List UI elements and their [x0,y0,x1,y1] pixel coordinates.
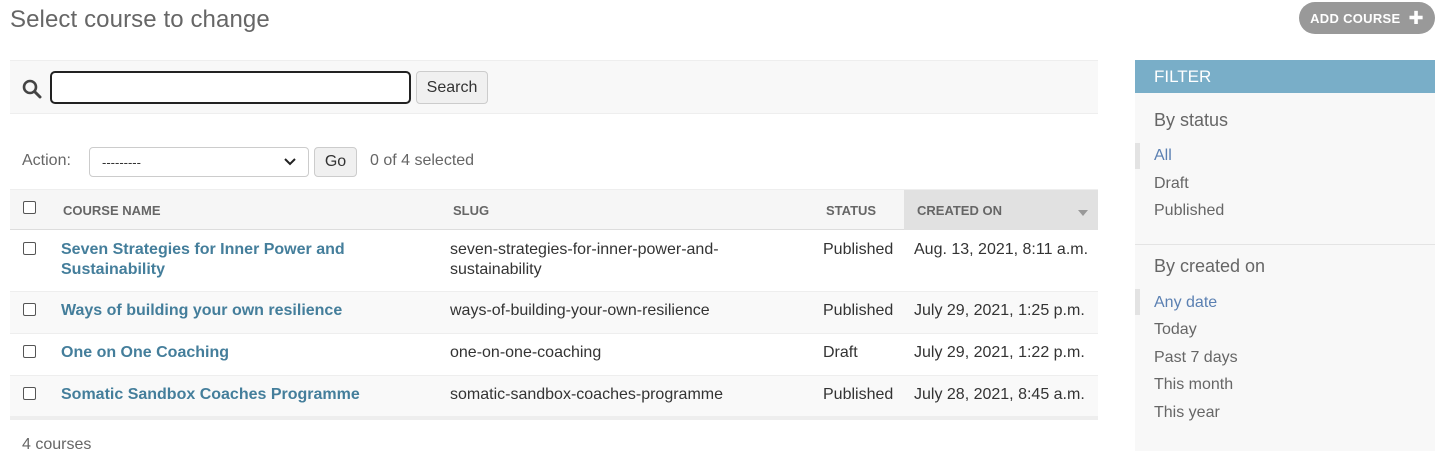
course-name-cell: One on One Coaching [61,343,229,363]
column-created-on[interactable]: CREATED ON [904,190,1098,230]
row-checkbox[interactable] [23,303,36,316]
course-name-cell: Somatic Sandbox Coaches Programme [61,385,360,405]
slug-cell: one-on-one-coaching [450,344,602,361]
action-select-value: --------- [102,154,141,170]
search-input[interactable] [50,71,411,104]
go-button[interactable]: Go [314,147,357,177]
table-row: Somatic Sandbox Coaches Programme somati… [10,376,1098,417]
created-on-cell: July 28, 2021, 8:45 a.m. [914,386,1085,403]
filter-title: FILTER [1135,60,1435,93]
selection-status: 0 of 4 selected [370,152,475,169]
column-slug[interactable]: SLUG [453,190,813,230]
course-link[interactable]: Seven Strategies for Inner Power and Sust… [61,241,345,278]
select-all-checkbox[interactable] [23,201,36,214]
table-row: Seven Strategies for Inner Power and Sust… [10,230,1098,292]
search-icon [22,79,42,99]
course-link[interactable]: Ways of building your own resilience [61,302,342,319]
page-title: Select course to change [10,6,270,33]
action-label: Action: [22,152,71,169]
filter-status-all[interactable]: All [1154,147,1172,165]
column-course-name[interactable]: COURSE NAME [63,190,443,230]
slug-cell: ways-of-building-your-own-resilience [450,302,710,319]
filter-status-draft[interactable]: Draft [1154,175,1189,193]
course-link[interactable]: One on One Coaching [61,344,229,361]
filter-group-title-created-on: By created on [1154,256,1266,276]
column-status[interactable]: STATUS [826,190,906,230]
row-checkbox[interactable] [23,345,36,358]
search-button[interactable]: Search [416,71,488,104]
filter-divider [1135,244,1435,245]
status-cell: Draft [823,344,858,361]
row-checkbox[interactable] [23,242,36,255]
filter-selected-marker [1135,289,1140,315]
slug-cell: seven-strategies-for-inner-power-and-sus… [450,241,719,278]
filter-date-today[interactable]: Today [1154,321,1197,339]
course-name-cell: Ways of building your own resilience [61,301,342,321]
created-on-cell: July 29, 2021, 1:22 p.m. [914,344,1085,361]
filter-date-any[interactable]: Any date [1154,294,1217,312]
course-link[interactable]: Somatic Sandbox Coaches Programme [61,386,360,403]
add-course-button[interactable]: ADD COURSE ✚ [1299,2,1435,34]
filter-status-published[interactable]: Published [1154,202,1224,220]
table-header: COURSE NAME SLUG STATUS CREATED ON [10,189,1098,230]
filter-selected-marker [1135,143,1140,169]
column-created-on-label: CREATED ON [917,202,1002,218]
created-on-cell: Aug. 13, 2021, 8:11 a.m. [914,241,1089,258]
course-name-cell: Seven Strategies for Inner Power and Sust… [61,240,345,280]
filter-date-past-7-days[interactable]: Past 7 days [1154,349,1238,367]
search-toolbar: Search [10,60,1098,114]
table-row: One on One Coaching one-on-one-coaching … [10,334,1098,376]
table-row: Ways of building your own resilience way… [10,292,1098,334]
created-on-cell: July 29, 2021, 1:25 p.m. [914,302,1085,319]
status-cell: Published [823,386,894,403]
status-cell: Published [823,241,894,258]
plus-icon: ✚ [1408,8,1424,28]
slug-cell: somatic-sandbox-coaches-programme [450,386,723,403]
table-footer-divider [10,417,1098,420]
filter-sidebar: FILTER By status All Draft Published By … [1135,60,1435,451]
row-checkbox[interactable] [23,387,36,400]
filter-date-this-month[interactable]: This month [1154,376,1233,394]
result-count: 4 courses [22,436,92,453]
add-course-label: ADD COURSE [1310,10,1401,26]
filter-group-title-status: By status [1154,110,1229,130]
filter-date-this-year[interactable]: This year [1154,404,1220,422]
chevron-down-icon [284,158,296,166]
status-cell: Published [823,302,894,319]
sort-descending-icon[interactable] [1078,210,1088,216]
action-select[interactable]: --------- [89,147,309,177]
